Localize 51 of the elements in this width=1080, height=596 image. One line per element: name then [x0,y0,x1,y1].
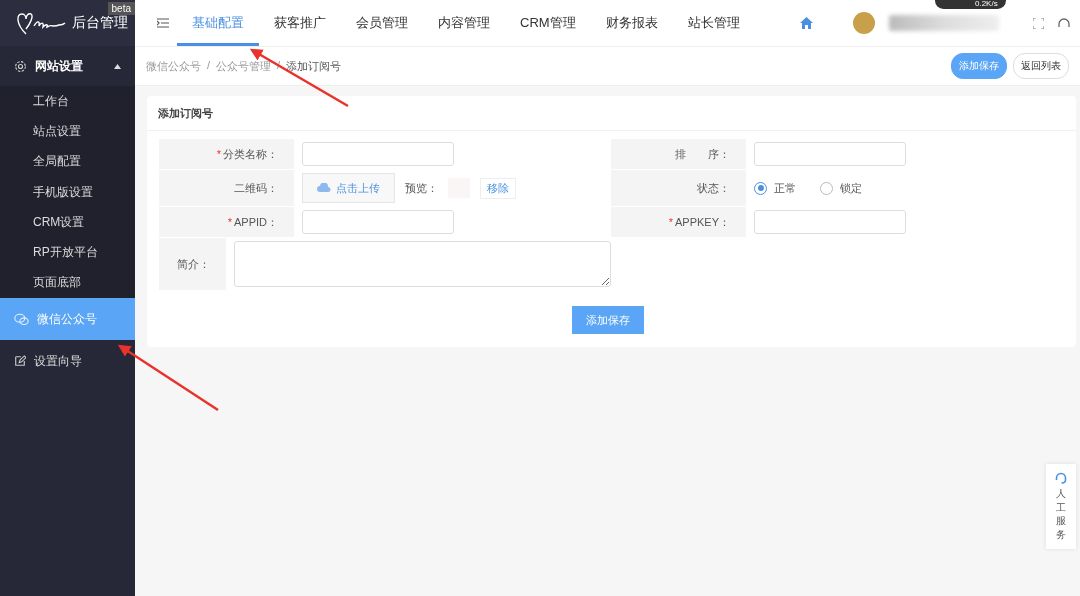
avatar[interactable] [853,12,875,34]
radio-label: 锁定 [840,180,862,196]
radio-label: 正常 [774,180,796,196]
nav-tab[interactable]: CRM管理 [505,0,591,46]
home-icon[interactable] [800,17,813,29]
text-field[interactable] [754,210,906,234]
cloud-icon [317,183,331,193]
gear-icon [14,59,27,73]
field-label: 二维码： [159,170,294,206]
nav-tab[interactable]: 获客推广 [259,0,341,46]
nav-tab[interactable]: 财务报表 [590,0,673,46]
nav-tab[interactable]: 站长管理 [672,0,755,46]
remove-button[interactable]: 移除 [480,177,516,199]
sidebar-item[interactable]: 工作台 [0,86,135,117]
field-label: * 分类名称： [159,139,294,169]
text-field[interactable] [302,142,454,166]
sidebar-item[interactable]: 手机版设置 [0,176,135,208]
sidebar-item[interactable]: 全局配置 [0,146,135,177]
back-button[interactable]: 返回列表 [1013,53,1069,79]
text-field[interactable] [302,210,454,234]
field-label: * APPKEY： [611,207,746,237]
field-label: 简介： [159,238,226,290]
service-panel[interactable]: 人工服务 [1046,464,1076,549]
headset-icon [1055,472,1067,484]
brand-title: 后台管理 [72,14,128,32]
sidebar-item[interactable]: 站点设置 [0,116,135,147]
preview-label: 预览： [405,180,438,196]
textarea-field[interactable] [234,241,611,287]
text-field[interactable] [754,142,906,166]
network-speed-widget: 0.2K/s [935,0,1006,9]
sidebar-item[interactable]: 页面底部 [0,267,135,299]
edit-icon [14,355,26,368]
field-label: * APPID： [159,207,294,237]
field-label: 排 序： [611,139,746,169]
field-label: 状态： [611,170,746,206]
sidebar-item[interactable]: RP开放平台 [0,237,135,268]
caret-icon [114,63,121,69]
service-label: 人工服务 [1056,487,1066,541]
card-title: 添加订阅号 [147,96,1076,131]
heart-logo-icon [14,10,68,36]
breadcrumb-separator: / [207,58,211,73]
menu-icon[interactable] [157,18,169,28]
nav-tab[interactable]: 会员管理 [341,0,423,46]
chat-icon [14,312,29,326]
fullscreen-icon[interactable] [1033,17,1044,29]
sidebar-item[interactable]: 设置向导 [0,340,135,383]
headset-icon[interactable] [1058,17,1070,29]
nav-tab[interactable]: 内容管理 [423,0,505,46]
sidebar-item[interactable]: CRM设置 [0,207,135,238]
beta-badge: beta [107,2,135,15]
breadcrumb-item[interactable]: 添加订阅号 [286,58,342,74]
